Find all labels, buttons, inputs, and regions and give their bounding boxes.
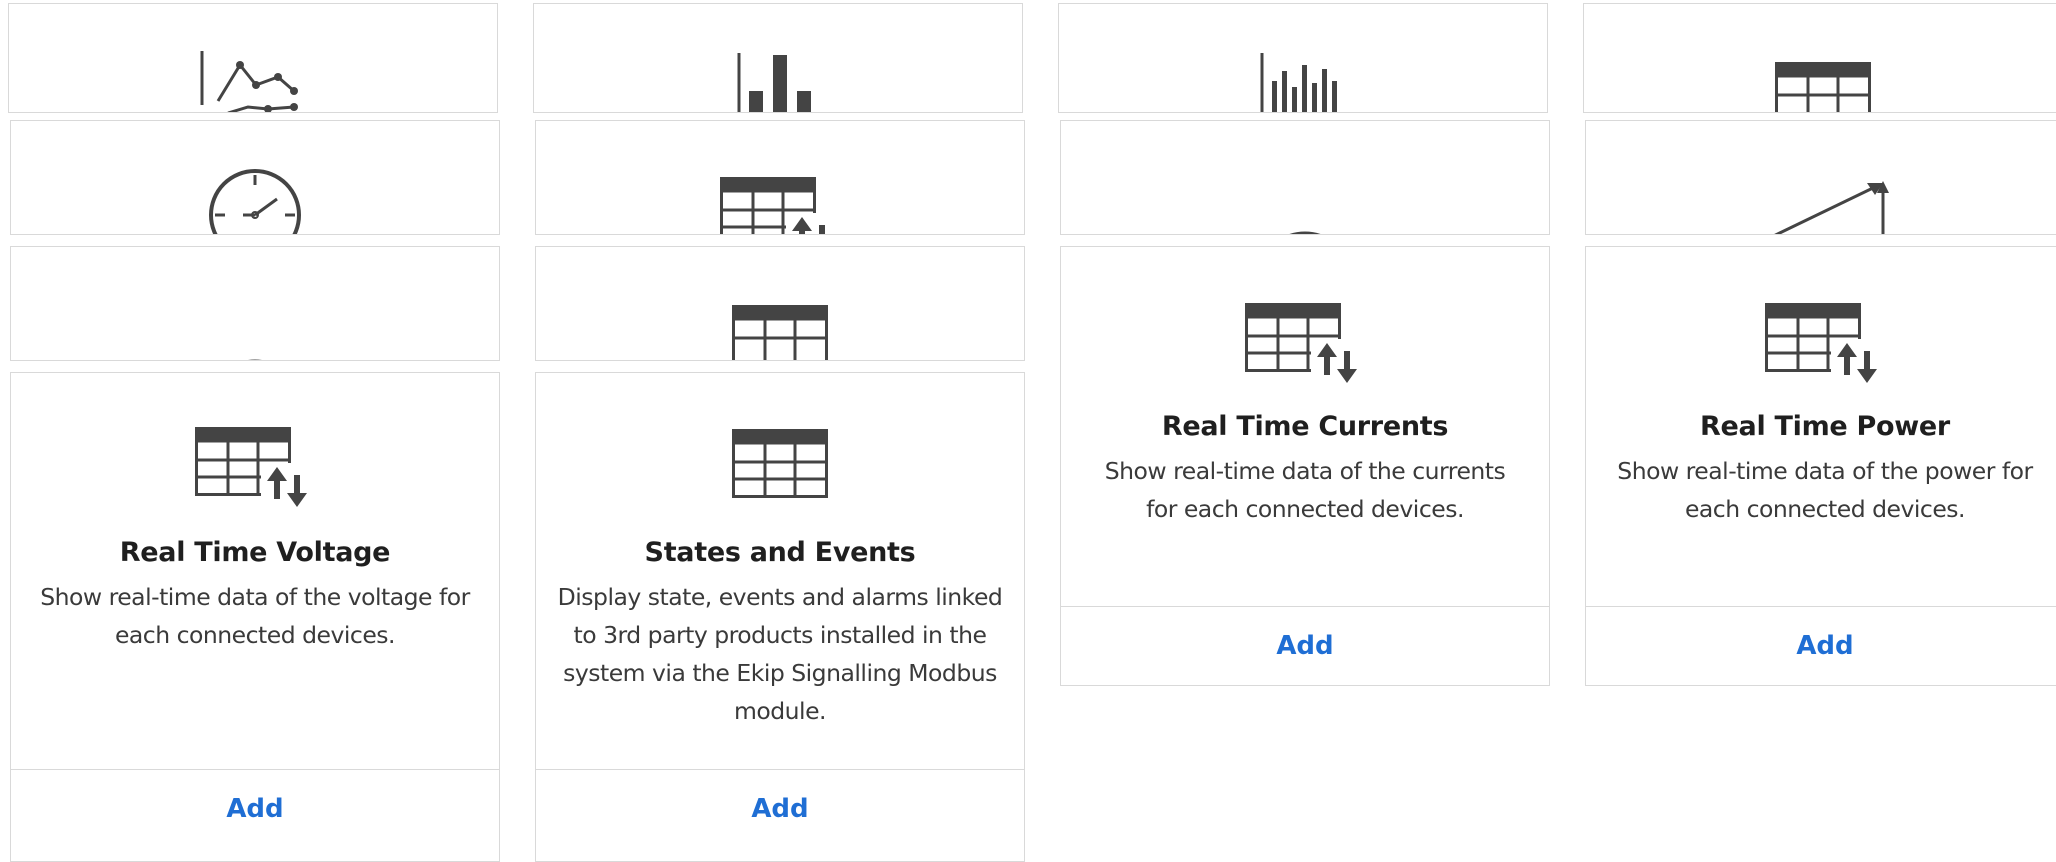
widget-card-states-and-events[interactable]: States and Events Display state, events … xyxy=(535,372,1025,862)
gauge-icon xyxy=(248,359,262,360)
card-title: Real Time Power xyxy=(1700,411,1950,442)
widget-card-table-sort[interactable] xyxy=(535,120,1025,235)
widget-card-real-time-power[interactable]: Real Time Power Show real-time data of t… xyxy=(1585,246,2056,686)
table-sort-icon xyxy=(1765,303,1883,383)
table-icon xyxy=(732,429,828,498)
card-footer: Add xyxy=(11,769,499,848)
line-chart-icon xyxy=(200,51,298,112)
card-footer: Add xyxy=(1586,606,2056,685)
card-description: Show real-time data of the voltage for e… xyxy=(40,583,470,649)
add-button[interactable]: Add xyxy=(226,794,283,824)
widget-card-real-time-currents[interactable]: Real Time Currents Show real-time data o… xyxy=(1060,246,1550,686)
widget-card-histogram[interactable] xyxy=(1058,3,1548,113)
widget-card-gauge[interactable] xyxy=(1060,120,1550,235)
card-footer: Add xyxy=(1061,606,1549,685)
card-title: Real Time Currents xyxy=(1161,411,1449,442)
widget-card-clock[interactable] xyxy=(10,120,500,235)
card-description: Show real-time data of the power for eac… xyxy=(1617,457,2033,523)
add-button[interactable]: Add xyxy=(1276,631,1333,661)
widget-card-gauge-2[interactable] xyxy=(10,246,500,361)
table-icon xyxy=(1775,62,1871,112)
bar-chart-icon xyxy=(737,53,811,112)
histogram-icon xyxy=(1260,53,1337,112)
table-sort-icon xyxy=(720,177,838,234)
widget-card-table-2[interactable] xyxy=(535,246,1025,361)
card-description: Display state, events and alarms linked … xyxy=(557,583,1003,725)
widget-card-real-time-voltage[interactable]: Real Time Voltage Show real-time data of… xyxy=(10,372,500,862)
widget-card-line-chart[interactable] xyxy=(8,3,498,113)
add-button[interactable]: Add xyxy=(751,794,808,824)
widget-card-trend[interactable] xyxy=(1585,120,2056,235)
clock-icon xyxy=(209,169,301,234)
add-button[interactable]: Add xyxy=(1796,631,1853,661)
card-footer: Add xyxy=(536,769,1024,848)
table-sort-icon xyxy=(1245,303,1363,383)
trend-arrow-icon xyxy=(1774,181,1889,234)
table-icon xyxy=(732,305,828,360)
card-title: States and Events xyxy=(644,537,916,568)
gauge-icon xyxy=(1289,231,1321,234)
widget-card-bar-chart[interactable] xyxy=(533,3,1023,113)
card-title: Real Time Voltage xyxy=(119,537,391,568)
table-sort-icon xyxy=(195,427,313,507)
widget-card-table[interactable] xyxy=(1583,3,2056,113)
card-description: Show real-time data of the currents for … xyxy=(1104,457,1506,523)
